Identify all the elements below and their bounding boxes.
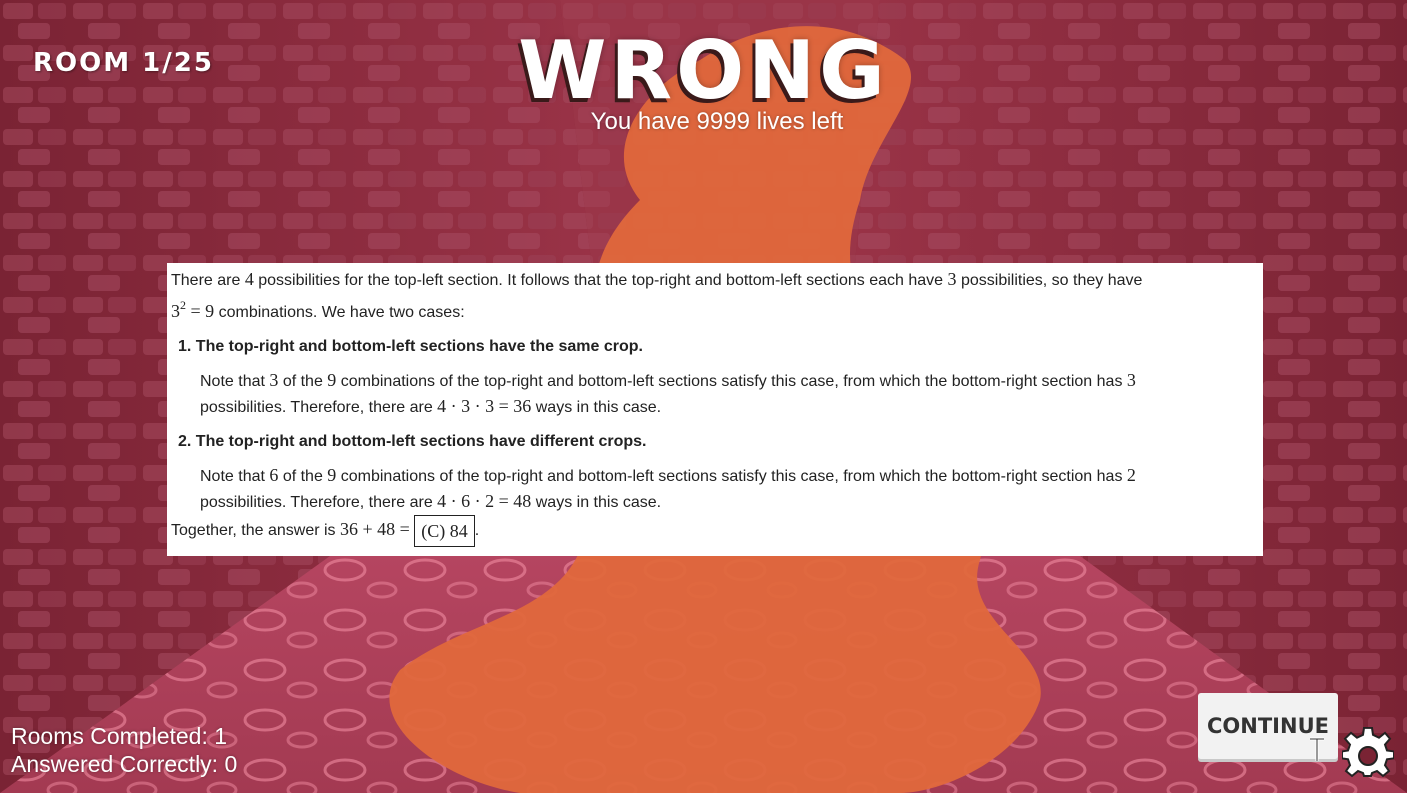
case-body: Note that 6 of the 9 combinations of the…	[200, 465, 1136, 511]
case-item: 2. The top-right and bottom-left section…	[178, 429, 1259, 515]
lives-remaining: You have 9999 lives left	[590, 108, 844, 135]
rooms-completed: Rooms Completed: 1	[11, 723, 228, 749]
combinations-formula: 32 = 9	[171, 298, 215, 321]
stats-panel: Rooms Completed: 1 Answered Correctly: 0	[11, 722, 237, 778]
text-cursor-icon	[1310, 737, 1324, 761]
answered-correctly: Answered Correctly: 0	[11, 751, 238, 777]
solution-intro: There are 4 possibilities for the top-le…	[171, 269, 1143, 321]
solution-conclusion: Together, the answer is 36 + 48 = (C) 84…	[171, 515, 1259, 547]
solution-panel: There are 4 possibilities for the top-le…	[167, 263, 1263, 556]
gear-icon[interactable]	[1342, 727, 1394, 779]
case-title: 2. The top-right and bottom-left section…	[178, 433, 647, 450]
case-item: 1. The top-right and bottom-left section…	[178, 334, 1259, 420]
case-body: Note that 3 of the 9 combinations of the…	[200, 370, 1136, 416]
result-title: WRONG	[518, 24, 889, 117]
answer-box: (C) 84	[414, 515, 475, 547]
case-title: 1. The top-right and bottom-left section…	[178, 338, 643, 355]
